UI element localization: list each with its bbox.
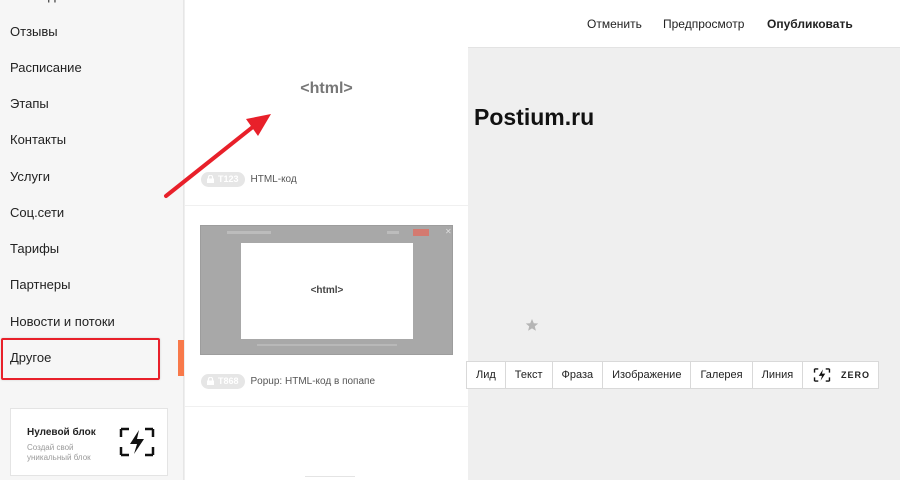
add-line-button[interactable]: Линия (751, 362, 803, 388)
annotation-highlight-box (1, 338, 160, 380)
zero-block-icon (813, 368, 831, 382)
block-code-badge: T868 (201, 373, 245, 389)
thumbnail-bar (227, 231, 271, 234)
thumbnail-button (413, 229, 429, 236)
add-block-toolbar: Лид Текст Фраза Изображение Галерея Лини… (466, 361, 804, 389)
divider (305, 476, 355, 477)
add-image-button[interactable]: Изображение (602, 362, 690, 388)
block-item-html[interactable]: T123 HTML-код (201, 170, 297, 188)
add-lead-button[interactable]: Лид (467, 362, 505, 388)
sidebar-item-pricing[interactable]: Тарифы (0, 231, 184, 267)
popup-block-thumbnail[interactable]: ✕ <html> (200, 225, 453, 355)
sidebar-item-news[interactable]: Новости и потоки (0, 304, 184, 340)
star-icon[interactable] (525, 318, 539, 332)
block-category-sidebar: Команда Отзывы Расписание Этапы Контакты… (0, 0, 184, 480)
block-code: T868 (218, 376, 239, 386)
add-phrase-button[interactable]: Фраза (551, 362, 603, 388)
block-code-badge: T123 (201, 171, 245, 187)
block-list-panel: <html> T123 HTML-код ✕ <html> T868 Popup… (185, 0, 468, 480)
block-name: Popup: HTML-код в попапе (250, 375, 376, 387)
publish-button[interactable]: Опубликовать (767, 0, 853, 48)
zero-block-button[interactable]: ZERO (802, 361, 879, 389)
lock-icon (207, 377, 214, 385)
sidebar-item-stages[interactable]: Этапы (0, 86, 184, 122)
preview-button[interactable]: Предпросмотр (663, 0, 744, 48)
zero-block-title: Нулевой блок (27, 427, 96, 438)
editor-topbar: Отменить Предпросмотр Опубликовать (468, 0, 900, 48)
zero-block-subtitle: Создай свой уникальный блок (27, 443, 91, 462)
sidebar-item-reviews[interactable]: Отзывы (0, 14, 184, 50)
sidebar-item-team[interactable]: Команда (0, 0, 184, 14)
html-block-preview-label: <html> (300, 80, 353, 97)
lock-icon (207, 175, 214, 183)
zero-block-icon (119, 427, 155, 457)
html-block-preview[interactable]: <html> (185, 40, 468, 140)
thumbnail-html-label: <html> (310, 285, 344, 296)
zero-block-label: ZERO (841, 370, 871, 380)
sidebar-item-services[interactable]: Услуги (0, 159, 184, 195)
thumbnail-popup-window: <html> (241, 243, 413, 339)
thumbnail-bar (387, 231, 399, 234)
sidebar-item-social[interactable]: Соц.сети (0, 195, 184, 231)
add-text-button[interactable]: Текст (504, 362, 552, 388)
sidebar-item-partners[interactable]: Партнеры (0, 267, 184, 303)
block-code: T123 (218, 174, 239, 184)
site-title: Postium.ru (474, 104, 595, 130)
add-gallery-button[interactable]: Галерея (690, 362, 751, 388)
block-item-popup-html[interactable]: T868 Popup: HTML-код в попапе (201, 372, 375, 390)
sidebar-item-contacts[interactable]: Контакты (0, 122, 184, 158)
zero-block-card[interactable]: Нулевой блок Создай свой уникальный блок (10, 408, 168, 476)
block-name: HTML-код (250, 173, 297, 185)
divider (185, 406, 468, 407)
cancel-button[interactable]: Отменить (587, 0, 642, 48)
thumbnail-footer-line (257, 344, 397, 346)
close-icon: ✕ (445, 227, 452, 236)
divider (185, 205, 468, 206)
sidebar-item-schedule[interactable]: Расписание (0, 50, 184, 86)
